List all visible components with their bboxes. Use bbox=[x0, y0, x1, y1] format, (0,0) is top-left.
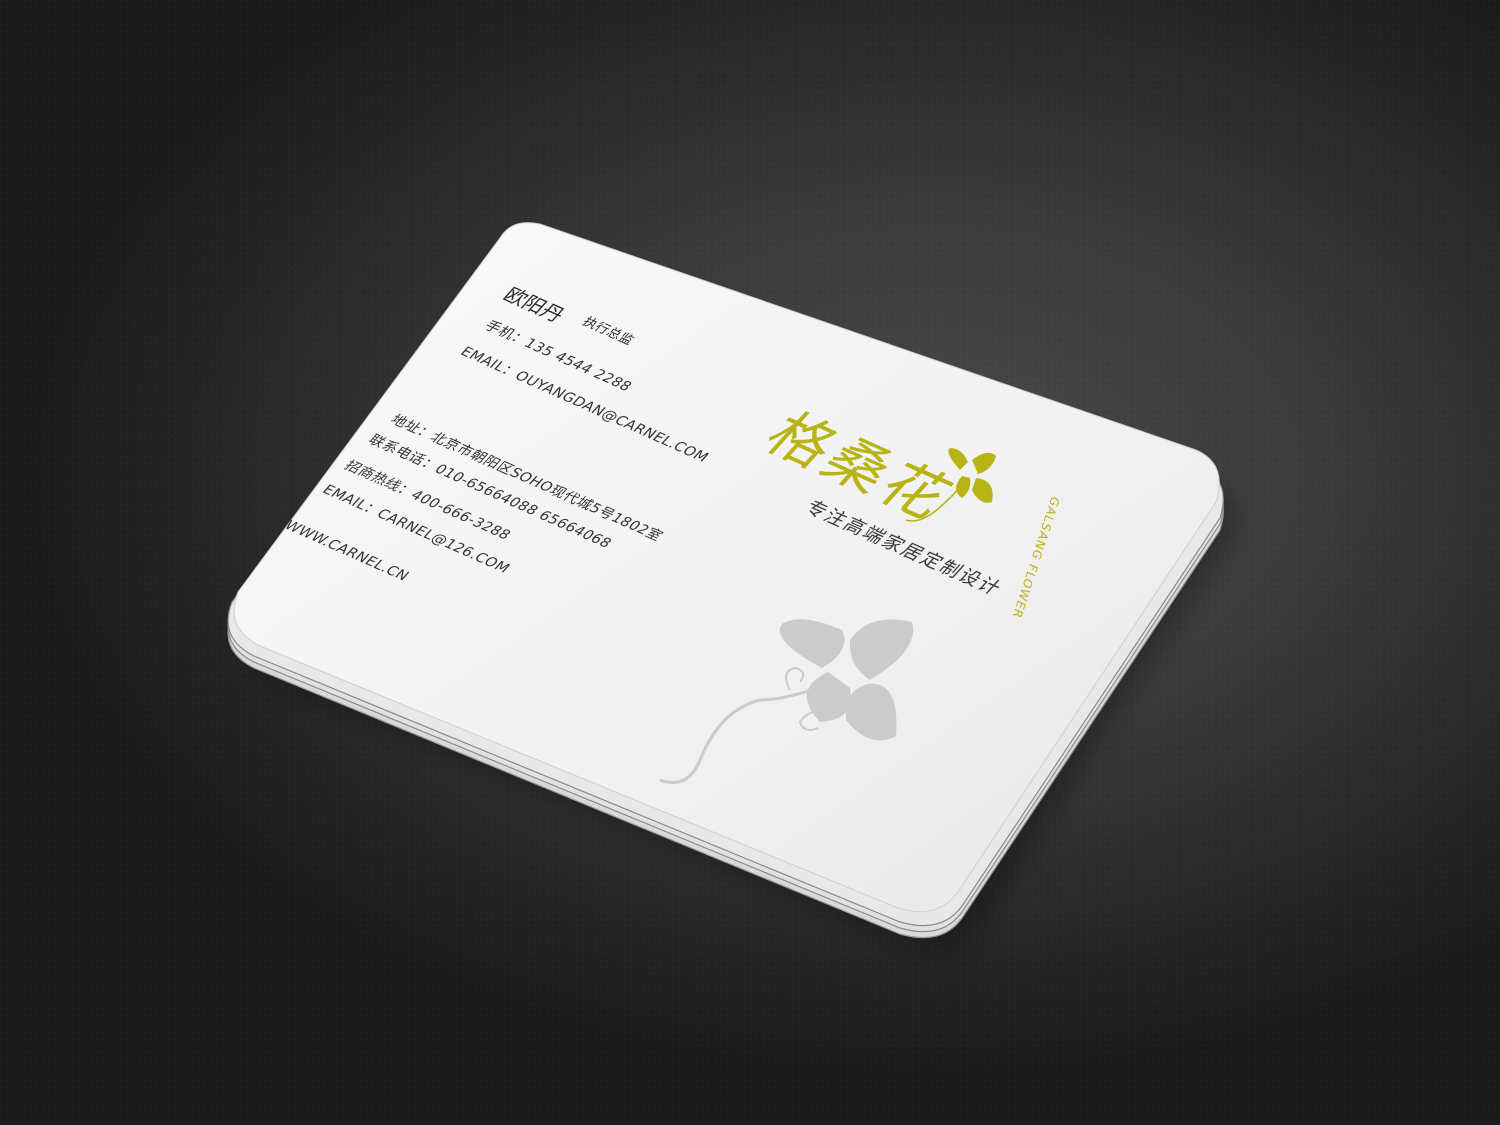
business-card-stack bbox=[227, 222, 1224, 939]
business-card-front bbox=[233, 222, 1220, 913]
business-card-scene: 欧阳丹 执行总监 手机：135 4544 2288 EMAIL：OUYANGDA… bbox=[0, 0, 1500, 1125]
